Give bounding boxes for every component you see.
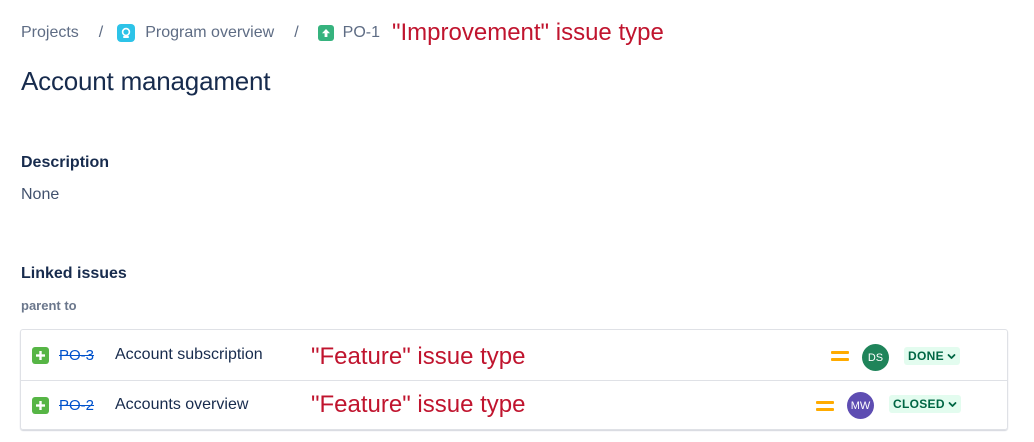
assignee-avatar[interactable]: MW xyxy=(847,392,874,419)
issue-type-annotation: "Improvement" issue type xyxy=(391,19,664,46)
breadcrumb-separator: / xyxy=(98,24,104,41)
status-label: DONE xyxy=(908,349,944,363)
linked-issue-summary[interactable]: Account subscription xyxy=(115,346,263,364)
breadcrumb-project[interactable]: Program overview xyxy=(145,24,274,42)
feature-icon xyxy=(32,397,49,414)
issue-title[interactable]: Account managament xyxy=(21,66,271,97)
description-value[interactable]: None xyxy=(21,186,59,204)
assignee-avatar[interactable]: DS xyxy=(862,344,889,371)
status-dropdown[interactable]: CLOSED xyxy=(889,395,961,413)
priority-medium-icon xyxy=(831,350,849,362)
feature-icon xyxy=(32,347,49,364)
linked-issues-heading: Linked issues xyxy=(21,265,127,282)
linked-issue-summary[interactable]: Accounts overview xyxy=(115,396,248,414)
linked-issue-row[interactable]: PO-3 Account subscription "Feature" issu… xyxy=(21,331,1007,380)
breadcrumb: Projects / Program overview / PO-1 "Impr… xyxy=(21,19,664,46)
chevron-down-icon xyxy=(947,352,956,361)
issue-type-annotation: "Feature" issue type xyxy=(311,391,526,418)
description-heading: Description xyxy=(21,154,110,171)
link-relation-label: parent to xyxy=(21,298,77,313)
linked-issue-key[interactable]: PO-2 xyxy=(59,397,94,414)
linked-issues-list: PO-3 Account subscription "Feature" issu… xyxy=(20,329,1008,430)
project-avatar-icon[interactable] xyxy=(117,24,136,42)
improvement-icon xyxy=(317,25,334,41)
breadcrumb-separator: / xyxy=(294,24,299,41)
linked-issue-row[interactable]: PO-2 Accounts overview "Feature" issue t… xyxy=(21,380,1007,429)
status-label: CLOSED xyxy=(893,397,945,411)
breadcrumb-issue-key[interactable]: PO-1 xyxy=(343,24,380,42)
issue-type-annotation: "Feature" issue type xyxy=(311,343,526,370)
priority-medium-icon xyxy=(816,400,834,412)
chevron-down-icon xyxy=(948,400,957,409)
linked-issue-key[interactable]: PO-3 xyxy=(59,347,94,364)
status-dropdown[interactable]: DONE xyxy=(904,347,960,365)
breadcrumb-projects[interactable]: Projects xyxy=(21,24,79,42)
